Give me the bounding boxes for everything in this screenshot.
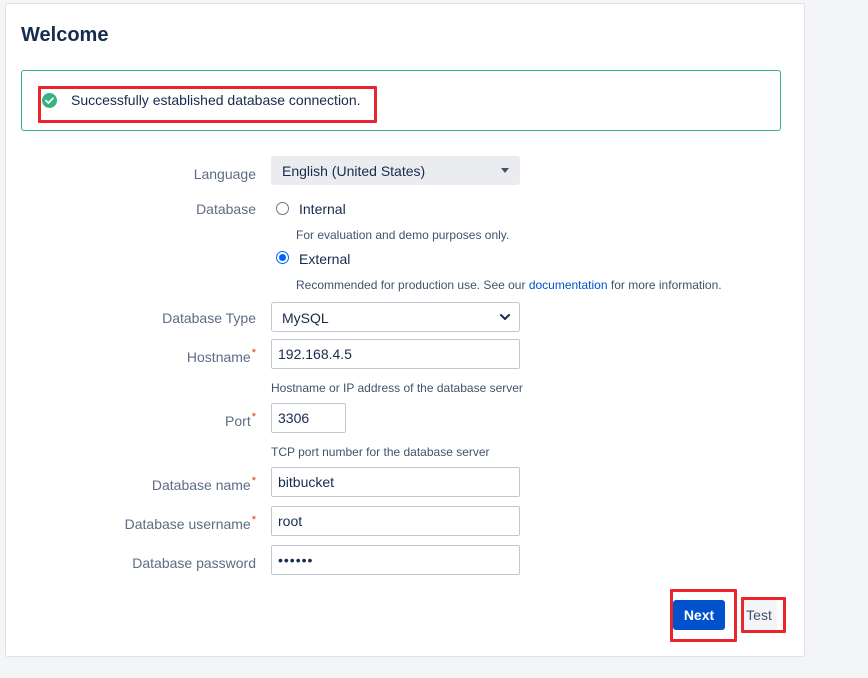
db-name-input[interactable]: bitbucket <box>271 467 520 497</box>
external-hint-text-end: for more information. <box>607 278 722 292</box>
page-title: Welcome <box>21 24 109 46</box>
hostname-label: Hostname* <box>186 347 256 365</box>
language-select[interactable]: English (United States) <box>271 156 520 185</box>
chevron-down-icon <box>500 314 510 320</box>
db-type-value: MySQL <box>282 310 329 326</box>
external-radio-label[interactable]: External <box>299 251 350 267</box>
required-marker: * <box>251 347 256 359</box>
db-username-label-text: Database username <box>124 516 251 532</box>
language-label: Language <box>193 166 256 182</box>
db-type-select[interactable]: MySQL <box>271 302 520 332</box>
internal-hint: For evaluation and demo purposes only. <box>296 228 510 242</box>
check-circle-icon <box>42 93 57 108</box>
external-hint: Recommended for production use. See our … <box>296 278 722 292</box>
caret-down-icon <box>501 168 509 173</box>
db-type-label: Database Type <box>162 310 256 326</box>
database-label: Database <box>196 201 256 217</box>
db-password-input[interactable]: •••••• <box>271 545 520 575</box>
db-password-label: Database password <box>132 555 256 571</box>
required-marker: * <box>251 514 256 526</box>
db-name-label: Database name* <box>151 475 256 493</box>
port-label: Port* <box>225 411 256 429</box>
db-name-label-text: Database name <box>151 477 251 493</box>
hostname-label-text: Hostname <box>186 349 251 365</box>
port-label-text: Port <box>225 413 251 429</box>
hostname-hint: Hostname or IP address of the database s… <box>271 381 523 395</box>
internal-radio-label[interactable]: Internal <box>299 201 346 217</box>
success-message: Successfully established database connec… <box>71 92 361 108</box>
test-button[interactable]: Test <box>741 600 777 630</box>
hostname-input[interactable]: 192.168.4.5 <box>271 339 520 369</box>
internal-radio[interactable] <box>276 202 289 215</box>
language-value: English (United States) <box>282 163 426 179</box>
port-hint: TCP port number for the database server <box>271 445 490 459</box>
db-username-label: Database username* <box>124 514 256 532</box>
required-marker: * <box>251 475 256 487</box>
required-marker: * <box>251 411 256 423</box>
external-radio[interactable] <box>276 251 289 264</box>
next-button[interactable]: Next <box>673 600 725 630</box>
port-input[interactable]: 3306 <box>271 403 346 433</box>
db-username-input[interactable]: root <box>271 506 520 536</box>
external-hint-text: Recommended for production use. See our <box>296 278 529 292</box>
documentation-link[interactable]: documentation <box>529 278 608 292</box>
